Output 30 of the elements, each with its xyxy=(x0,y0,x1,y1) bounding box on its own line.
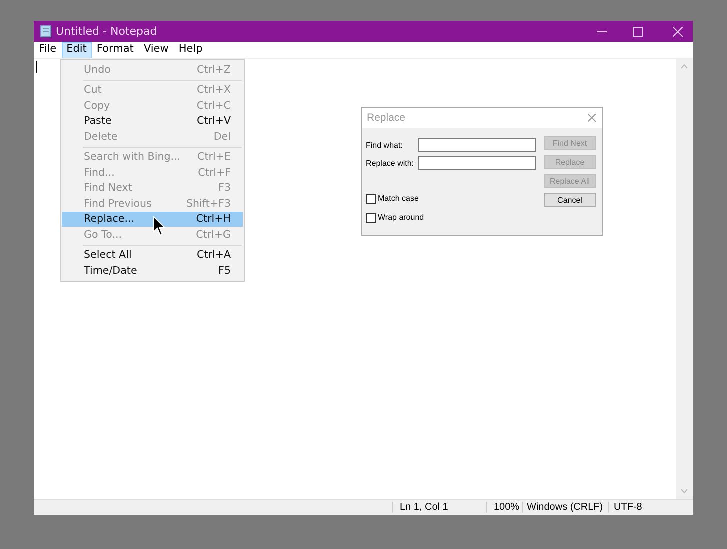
dialog-button[interactable]: Cancel xyxy=(544,193,596,207)
close-icon[interactable] xyxy=(588,114,596,122)
status-text: 100% xyxy=(486,502,522,513)
menu-item[interactable]: Select All Ctrl+A xyxy=(61,248,244,263)
menu-bar-item[interactable]: Edit xyxy=(62,42,92,58)
menu-bar-item[interactable]: View xyxy=(138,42,174,58)
menu-bar-item[interactable]: File xyxy=(34,42,62,58)
checkbox-label: Match case xyxy=(378,194,419,203)
status-text: UTF-8 xyxy=(608,502,693,513)
input-field[interactable] xyxy=(418,156,536,170)
dialog-title: Replace xyxy=(367,112,406,124)
input-field[interactable] xyxy=(418,138,536,152)
mouse-pointer-icon xyxy=(153,216,166,237)
menu-item[interactable]: Paste Ctrl+V xyxy=(61,114,244,129)
close-icon[interactable] xyxy=(673,26,683,36)
field-label: Find what: xyxy=(366,140,404,150)
status-text: Windows (CRLF) xyxy=(522,502,608,513)
menu-bar-item[interactable]: Help xyxy=(174,42,208,58)
checkbox[interactable] xyxy=(366,212,376,222)
menu-item[interactable]: Replace... Ctrl+H xyxy=(62,212,243,227)
text-cursor xyxy=(36,61,37,73)
maximize-icon[interactable] xyxy=(633,26,643,36)
window-title: Untitled - Notepad xyxy=(56,25,158,38)
notepad-icon xyxy=(40,25,52,38)
menu-item[interactable]: Time/Date F5 xyxy=(61,263,244,278)
menu-bar-item[interactable]: Format xyxy=(92,42,139,58)
checkbox-label: Wrap around xyxy=(378,213,424,222)
status-text: Ln 1, Col 1 xyxy=(392,502,486,513)
field-label: Replace with: xyxy=(366,158,416,168)
checkbox[interactable] xyxy=(366,194,376,204)
